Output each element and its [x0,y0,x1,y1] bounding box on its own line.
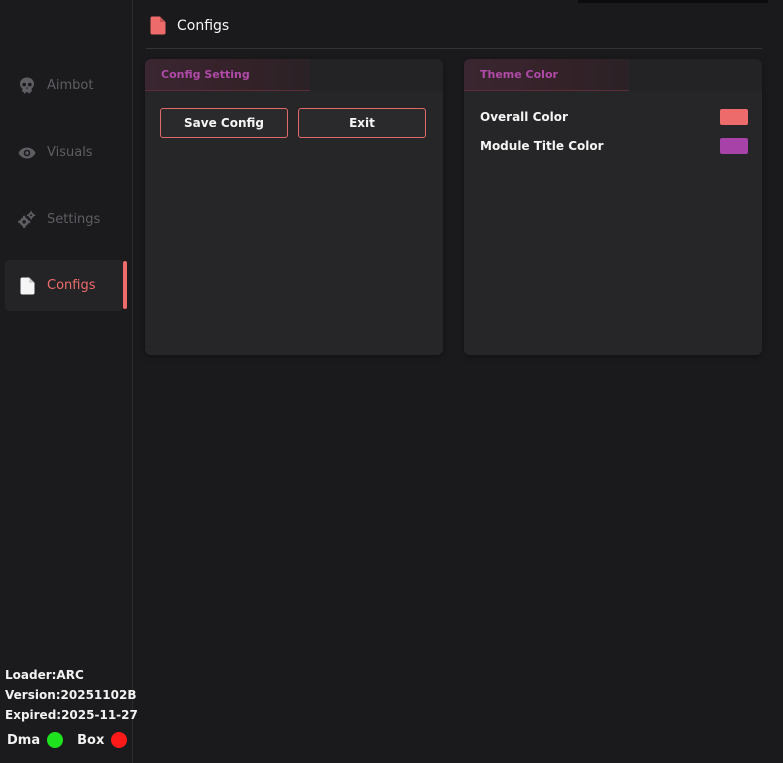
version-text: Version:20251102B [5,688,137,702]
config-setting-tab: Config Setting [145,59,310,91]
overall-color-row: Overall Color [480,108,748,126]
sidebar-item-aimbot[interactable]: Aimbot [5,60,123,111]
active-indicator [123,261,127,309]
sidebar-item-label: Settings [47,212,101,227]
header-divider [146,48,762,49]
eye-icon [18,144,36,162]
module-title-color-row: Module Title Color [480,137,748,155]
sidebar: Aimbot Visuals Settings Configs Loader:A… [0,0,138,763]
module-title-color-swatch[interactable] [720,138,748,154]
sidebar-item-settings[interactable]: Settings [5,194,123,245]
sidebar-item-visuals[interactable]: Visuals [5,127,123,178]
panel-header-bar [310,59,443,90]
panel-body [464,91,762,355]
dma-status-dot [47,732,64,748]
exit-button[interactable]: Exit [298,108,426,138]
file-icon [18,277,36,295]
save-config-button[interactable]: Save Config [160,108,288,138]
page-header: Configs [150,16,229,35]
theme-color-panel: Theme Color Overall Color Module Title C… [464,59,762,355]
overall-color-label: Overall Color [480,110,568,124]
overall-color-swatch[interactable] [720,109,748,125]
status-row: Dma Box [7,732,128,748]
sidebar-item-label: Configs [47,278,96,293]
top-edge-bar [578,0,768,3]
skull-icon [18,77,36,95]
expired-text: Expired:2025-11-27 [5,708,138,722]
box-label: Box [77,732,105,748]
theme-color-tab: Theme Color [464,59,629,91]
sidebar-item-label: Aimbot [47,78,94,93]
page-title: Configs [177,17,230,34]
sidebar-item-label: Visuals [47,145,93,160]
box-status-dot [111,732,128,748]
module-title-color-label: Module Title Color [480,139,604,153]
app-window: Aimbot Visuals Settings Configs Loader:A… [0,0,783,763]
config-setting-panel: Config Setting Save Config Exit [145,59,443,355]
gear-icon [18,211,36,229]
panel-title: Config Setting [161,68,250,81]
dma-label: Dma [7,732,41,748]
panel-title: Theme Color [480,68,558,81]
panel-header-bar [629,59,762,90]
file-icon [150,16,166,35]
loader-text: Loader:ARC [5,668,84,682]
sidebar-item-configs[interactable]: Configs [5,260,123,311]
